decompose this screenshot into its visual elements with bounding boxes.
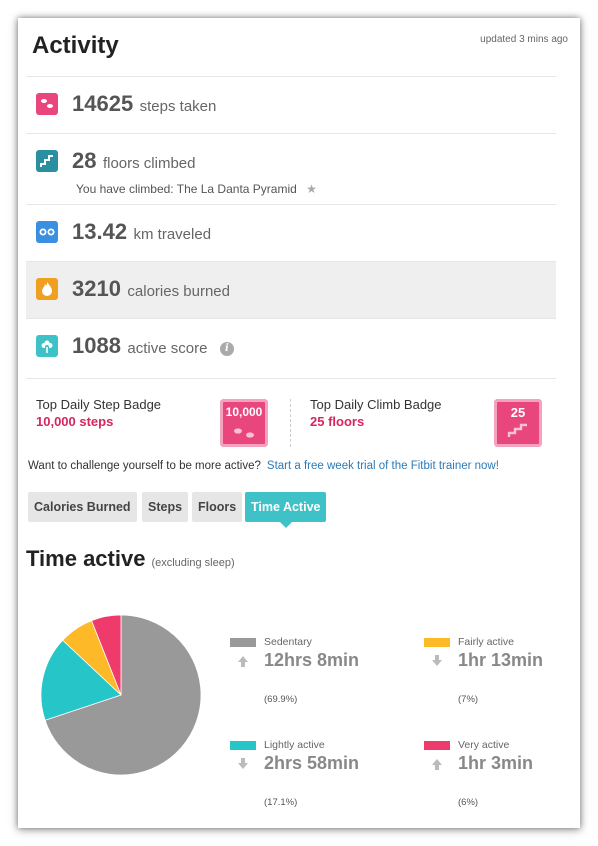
activity-card: Activity updated 3 mins ago 14625 steps … — [18, 18, 580, 828]
step-badge: Top Daily Step Badge 10,000 steps — [36, 397, 161, 429]
challenge-text: Want to challenge yourself to be more ac… — [28, 460, 261, 472]
legend-label: Lightly active — [264, 739, 325, 751]
climbed-landmark: You have climbed: The La Danta Pyramid — [76, 182, 297, 196]
active-score-unit: active score — [127, 340, 208, 357]
legend-duration: 2hrs 58min — [264, 753, 360, 773]
legend-duration: 12hrs 8min — [264, 650, 360, 670]
step-badge-goal: 10,000 steps — [36, 414, 114, 429]
distance-unit: km traveled — [133, 226, 212, 243]
challenge-banner: Want to challenge yourself to be more ac… — [28, 460, 499, 472]
stat-row-distance[interactable]: 13.42 km traveled — [26, 204, 556, 261]
flame-icon — [36, 278, 58, 300]
page-title: Activity — [32, 32, 119, 59]
section-title: Time active (excluding sleep) — [26, 546, 235, 572]
step-badge-image[interactable]: 10,000 — [220, 399, 268, 447]
trainer-trial-link[interactable]: Start a free week trial of the Fitbit tr… — [267, 460, 499, 472]
flower-icon — [36, 335, 58, 357]
stat-row-active-score[interactable]: 1088 active score i — [26, 318, 556, 375]
arrow-down-icon — [432, 655, 442, 666]
climb-badge-label: Top Daily Climb Badge — [310, 397, 442, 412]
distance-value: 13.42 — [72, 219, 128, 244]
legend-label: Fairly active — [458, 636, 515, 648]
info-icon[interactable]: i — [219, 342, 234, 356]
floors-unit: floors climbed — [102, 155, 196, 172]
time-active-pie-chart — [40, 614, 202, 776]
tab-steps[interactable]: Steps — [142, 492, 189, 522]
active-score-value: 1088 — [72, 333, 121, 358]
stairs-icon — [36, 150, 58, 172]
legend-swatch — [230, 741, 256, 750]
calories-unit: calories burned — [127, 283, 230, 300]
tab-time-active[interactable]: Time Active — [245, 492, 327, 528]
legend-duration: 1hr 13min — [458, 650, 544, 670]
time-active-subtitle: (excluding sleep) — [151, 557, 235, 569]
step-badge-label: Top Daily Step Badge — [36, 397, 162, 412]
arrow-up-icon — [238, 656, 248, 667]
stat-row-steps[interactable]: 14625 steps taken — [26, 76, 556, 133]
legend-swatch — [230, 638, 256, 647]
arrow-up-icon — [432, 759, 442, 770]
time-active-heading: Time active — [26, 546, 146, 571]
legend-label: Very active — [458, 739, 510, 751]
legend-percent: (6%) — [458, 797, 479, 808]
floors-value: 28 — [72, 148, 97, 173]
climb-badge: Top Daily Climb Badge 25 floors — [310, 397, 442, 429]
legend-label: Sedentary — [264, 636, 312, 648]
legend-percent: (69.9%) — [264, 694, 298, 705]
tab-floors[interactable]: Floors — [192, 492, 243, 522]
legend-swatch — [424, 741, 450, 750]
badges-section: Top Daily Step Badge 10,000 steps 10,000… — [26, 378, 556, 457]
stats-list: 14625 steps taken 28 floors climbed You … — [26, 76, 556, 375]
badge-divider — [290, 399, 291, 447]
steps-unit: steps taken — [139, 98, 217, 115]
legend-percent: (17.1%) — [264, 797, 298, 808]
stat-row-floors[interactable]: 28 floors climbed You have climbed: The … — [26, 133, 556, 204]
updated-timestamp: updated 3 mins ago — [480, 34, 568, 45]
legend-percent: (7%) — [458, 694, 479, 705]
stat-row-calories[interactable]: 3210 calories burned — [26, 261, 556, 318]
legend-swatch — [424, 638, 450, 647]
odometer-icon — [36, 221, 58, 243]
climb-badge-goal: 25 floors — [310, 414, 365, 429]
arrow-down-icon — [238, 758, 248, 769]
legend-duration: 1hr 3min — [458, 753, 534, 773]
climb-badge-image[interactable]: 25 — [494, 399, 542, 447]
tab-calories-burned[interactable]: Calories Burned — [28, 492, 137, 522]
star-icon[interactable]: ★ — [306, 182, 317, 196]
calories-value: 3210 — [72, 276, 121, 301]
steps-value: 14625 — [72, 91, 134, 116]
footsteps-icon — [36, 93, 58, 115]
